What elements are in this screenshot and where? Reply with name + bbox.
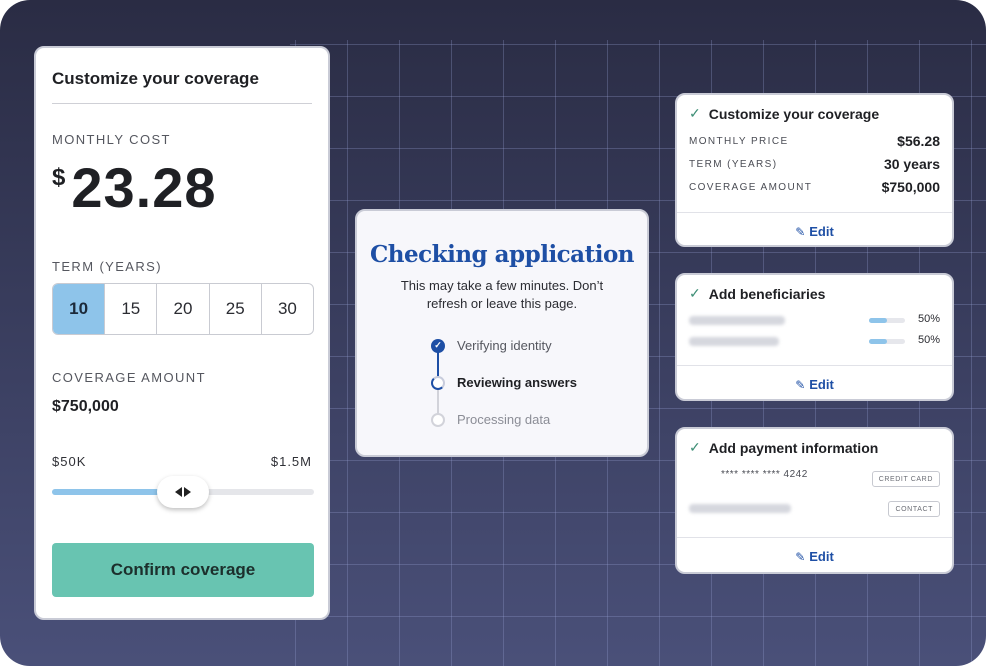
- card-title: Customize your coverage: [708, 105, 880, 122]
- row-value: 30 years: [883, 156, 940, 172]
- checking-application-card: Checking application This may take a few…: [355, 209, 649, 457]
- redacted-beneficiary-name: [689, 337, 779, 346]
- confirm-coverage-button[interactable]: Confirm coverage: [52, 543, 314, 597]
- edit-payment-link[interactable]: ✎ Edit: [677, 549, 952, 564]
- row-value: $750,000: [881, 179, 940, 195]
- monthly-cost-label: MONTHLY COST: [52, 132, 171, 147]
- card-header: ✓ Add beneficiaries: [689, 285, 825, 302]
- share-bar: [869, 339, 905, 344]
- credit-card-tag: CREDIT CARD: [871, 471, 940, 487]
- step-processing-data: Processing data: [431, 412, 550, 427]
- term-option-10[interactable]: 10: [53, 284, 106, 334]
- check-icon: ✓: [689, 439, 701, 455]
- card-header: ✓ Customize your coverage: [689, 105, 879, 122]
- range-max-label: $1.5M: [270, 454, 312, 469]
- coverage-summary-card: ✓ Customize your coverage MONTHLY PRICE …: [675, 93, 954, 247]
- term-label: TERM (YEARS): [52, 259, 162, 274]
- summary-row-monthly-price: MONTHLY PRICE $56.28: [689, 133, 940, 149]
- step-reviewing-answers: Reviewing answers: [431, 375, 577, 390]
- summary-row-coverage-amount: COVERAGE AMOUNT $750,000: [689, 179, 940, 195]
- edit-beneficiaries-link[interactable]: ✎ Edit: [677, 377, 952, 392]
- monthly-cost-value: 23.28: [71, 156, 217, 219]
- row-key: TERM (YEARS): [689, 158, 778, 170]
- background-stage: Customize your coverage MONTHLY COST $ 2…: [0, 0, 986, 666]
- beneficiaries-card: ✓ Add beneficiaries 50% 50% ✎ Edit: [675, 273, 954, 401]
- pencil-icon: ✎: [795, 378, 806, 392]
- term-selector: 10 15 20 25 30: [52, 283, 314, 335]
- term-option-20[interactable]: 20: [157, 284, 210, 334]
- card-title: Add beneficiaries: [708, 285, 826, 302]
- masked-card-number: **** **** **** 4242: [721, 469, 808, 480]
- term-option-30[interactable]: 30: [262, 284, 313, 334]
- monthly-cost: $ 23.28: [52, 156, 217, 220]
- range-min-label: $50K: [52, 454, 87, 469]
- share-percent: 50%: [918, 334, 941, 346]
- check-icon: ✓: [689, 105, 701, 121]
- payment-card: ✓ Add payment information **** **** ****…: [675, 427, 954, 574]
- right-arrow-icon: [184, 487, 191, 497]
- card-header: ✓ Add payment information: [689, 439, 878, 456]
- share-bar-fill: [869, 339, 887, 344]
- card-title: Customize your coverage: [52, 69, 259, 88]
- summary-row-term: TERM (YEARS) 30 years: [689, 156, 940, 172]
- contact-tag: CONTACT: [888, 501, 940, 517]
- in-progress-icon: [431, 375, 445, 390]
- check-icon: ✓: [689, 285, 701, 301]
- share-bar-fill: [869, 318, 887, 323]
- row-key: MONTHLY PRICE: [689, 135, 789, 147]
- card-title: Add payment information: [708, 439, 879, 456]
- left-right-arrows-icon: [175, 487, 182, 497]
- checking-subtitle: This may take a few minutes. Don’t refre…: [400, 278, 604, 311]
- redacted-contact-name: [689, 504, 791, 513]
- share-percent: 50%: [918, 313, 941, 325]
- step-label: Reviewing answers: [457, 375, 577, 390]
- title-divider: [52, 103, 312, 104]
- coverage-slider-thumb[interactable]: [157, 476, 209, 508]
- coverage-amount-value: $750,000: [52, 398, 119, 415]
- step-verifying-identity: ✓ Verifying identity: [431, 338, 552, 353]
- redacted-beneficiary-name: [689, 316, 785, 325]
- pencil-icon: ✎: [795, 550, 806, 564]
- step-label: Processing data: [457, 412, 551, 427]
- row-key: COVERAGE AMOUNT: [689, 181, 813, 193]
- coverage-amount-label: COVERAGE AMOUNT: [52, 370, 206, 385]
- edit-label: Edit: [809, 224, 834, 239]
- term-option-15[interactable]: 15: [105, 284, 158, 334]
- edit-label: Edit: [809, 377, 834, 392]
- term-option-25[interactable]: 25: [210, 284, 262, 334]
- row-value: $56.28: [897, 133, 940, 149]
- currency-symbol: $: [52, 164, 66, 191]
- step-label: Verifying identity: [457, 338, 552, 353]
- coverage-customizer-card: Customize your coverage MONTHLY COST $ 2…: [34, 46, 330, 620]
- share-bar: [869, 318, 905, 323]
- edit-coverage-link[interactable]: ✎ Edit: [677, 224, 952, 239]
- edit-label: Edit: [809, 549, 834, 564]
- card-divider: [677, 365, 952, 366]
- check-icon: ✓: [431, 338, 445, 353]
- checking-heading: Checking application: [369, 241, 635, 268]
- card-divider: [677, 212, 952, 213]
- card-divider: [677, 537, 952, 538]
- pending-circle-icon: [431, 412, 445, 427]
- pencil-icon: ✎: [795, 225, 806, 239]
